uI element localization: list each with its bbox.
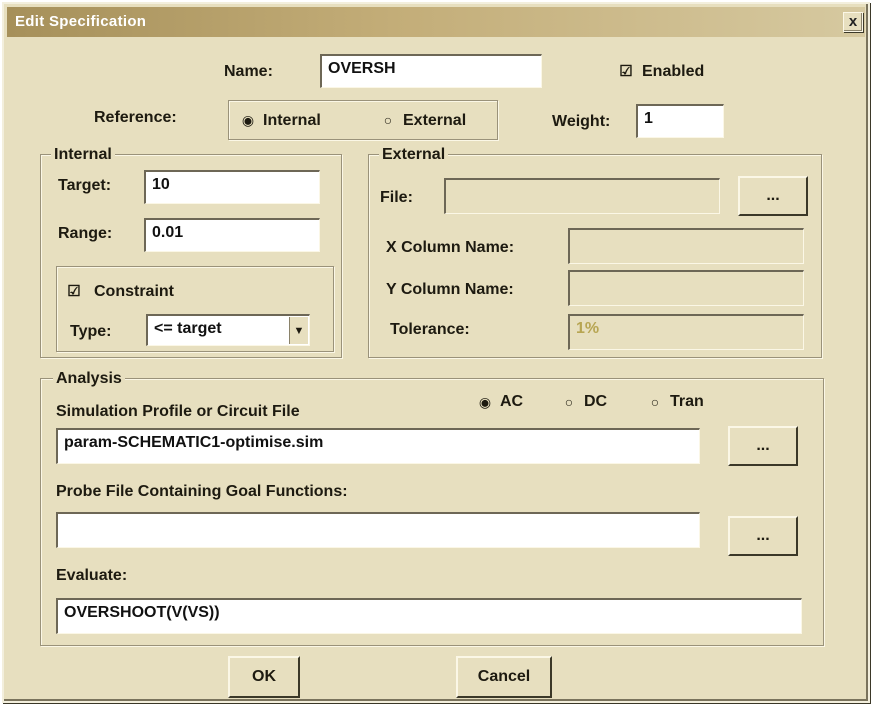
close-button[interactable]: x (843, 12, 863, 32)
tolerance-input: 1% (568, 314, 804, 350)
simulation-browse-button[interactable]: ... (728, 426, 798, 466)
simulation-profile-label: Simulation Profile or Circuit File (56, 403, 300, 420)
radio-dc[interactable]: ○ (562, 394, 576, 410)
radio-dc-label: DC (584, 393, 608, 410)
target-input[interactable]: 10 (144, 170, 320, 204)
window-title: Edit Specification (15, 13, 147, 30)
constraint-label: Constraint (94, 283, 174, 300)
probe-file-input[interactable] (56, 512, 700, 548)
file-input (444, 178, 720, 214)
name-input[interactable]: OVERSH (320, 54, 542, 88)
edit-specification-dialog: Edit Specification x Name: OVERSH ☑ Enab… (2, 2, 870, 703)
range-label: Range: (58, 225, 113, 242)
y-column-label: Y Column Name: (386, 281, 514, 298)
evaluate-label: Evaluate: (56, 567, 128, 584)
probe-file-label: Probe File Containing Goal Functions: (56, 483, 348, 500)
weight-label: Weight: (552, 113, 611, 130)
external-group-title: External (379, 145, 449, 165)
range-input[interactable]: 0.01 (144, 218, 320, 252)
y-column-input (568, 270, 804, 306)
title-bar: Edit Specification x (7, 7, 865, 37)
evaluate-input[interactable]: OVERSHOOT(V(VS)) (56, 598, 802, 634)
target-label: Target: (58, 177, 112, 194)
x-column-label: X Column Name: (386, 239, 515, 256)
weight-input[interactable]: 1 (636, 104, 724, 138)
radio-internal[interactable]: ◉ (241, 112, 255, 129)
x-column-input (568, 228, 804, 264)
cancel-button[interactable]: Cancel (456, 656, 552, 698)
type-label: Type: (70, 323, 112, 340)
name-label: Name: (224, 63, 273, 80)
file-browse-button[interactable]: ... (738, 176, 808, 216)
radio-ac-label: AC (500, 393, 524, 410)
enabled-checkbox[interactable]: ☑ (618, 62, 634, 80)
type-select-value: <= target (154, 320, 222, 337)
reference-label: Reference: (94, 109, 177, 126)
radio-external[interactable]: ○ (381, 112, 395, 128)
radio-tran-label: Tran (670, 393, 704, 410)
radio-internal-label: Internal (263, 112, 321, 129)
radio-tran[interactable]: ○ (648, 394, 662, 410)
reference-radio-group: ◉ Internal ○ External (228, 100, 498, 140)
enabled-label: Enabled (642, 63, 705, 80)
ok-button[interactable]: OK (228, 656, 300, 698)
simulation-profile-input[interactable]: param-SCHEMATIC1-optimise.sim (56, 428, 700, 464)
radio-ac[interactable]: ◉ (478, 394, 492, 411)
chevron-down-icon[interactable]: ▼ (289, 317, 308, 344)
radio-external-label: External (403, 112, 467, 129)
analysis-group-title: Analysis (53, 369, 125, 389)
type-select[interactable]: <= target ▼ (146, 314, 310, 346)
file-label: File: (380, 189, 413, 206)
tolerance-label: Tolerance: (390, 321, 470, 338)
probe-browse-button[interactable]: ... (728, 516, 798, 556)
close-icon: x (848, 13, 858, 30)
internal-group-title: Internal (51, 145, 115, 165)
constraint-checkbox[interactable]: ☑ (66, 282, 82, 300)
